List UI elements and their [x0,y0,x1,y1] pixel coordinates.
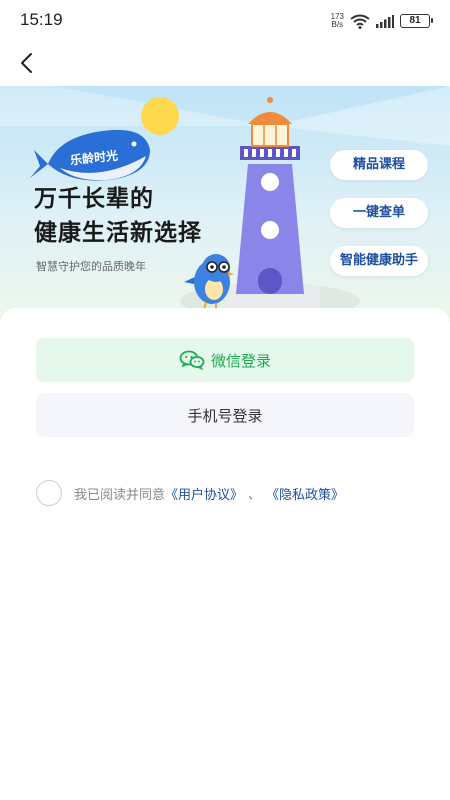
wifi-icon [350,14,370,29]
lighthouse-roof [248,112,292,124]
battery-indicator: 81 [400,14,433,28]
banner-headline: 万千长辈的 健康生活新选择 [34,182,202,250]
status-bar: 15:19 173 B/s 81 [0,0,450,40]
headline-line-1: 万千长辈的 [34,186,154,212]
network-speed-unit: B/s [331,20,344,29]
light-ray [0,86,270,126]
headline-line-2: 健康生活新选择 [34,220,202,246]
light-ray [270,86,450,146]
lighthouse-lantern [251,123,289,147]
feature-pill-courses: 精品课程 [330,150,428,180]
status-icons: 173 B/s 81 [331,12,433,30]
wechat-icon [179,350,205,370]
status-time: 15:19 [20,10,63,29]
banner-subtitle: 智慧守护您的品质晚年 [36,260,146,273]
network-speed: 173 B/s [331,13,344,29]
phone-login-button[interactable]: 手机号登录 [36,393,414,437]
nav-bar [0,40,450,86]
chevron-left-icon[interactable] [12,48,42,78]
agreement-prefix: 我已阅读并同意 [74,487,166,503]
wechat-login-button[interactable]: 微信登录 [36,338,414,382]
user-agreement-link[interactable]: 《用户协议》 [165,484,243,503]
agreement-row: 我已阅读并同意 《用户协议》 、 《隐私政策》 [36,480,344,506]
phone-login-label: 手机号登录 [187,406,263,425]
agreement-separator: 、 [248,487,262,503]
privacy-policy-link[interactable]: 《隐私政策》 [266,484,344,503]
lighthouse-window [261,173,279,191]
feature-pill-orders: 一键查单 [330,198,428,228]
wechat-login-label: 微信登录 [210,351,271,370]
promo-banner: 乐龄时光 万千长辈的 健康生活新选择 智慧守护您的品质晚年 精品课程 一键查单 … [0,86,450,326]
lighthouse-door [258,268,282,294]
sun-icon [141,97,179,135]
agreement-checkbox[interactable] [36,480,62,506]
signal-bars-icon [376,14,394,28]
lighthouse-window [261,221,279,239]
feature-pill-health-assistant: 智能健康助手 [330,246,428,276]
battery-level: 81 [409,15,421,26]
